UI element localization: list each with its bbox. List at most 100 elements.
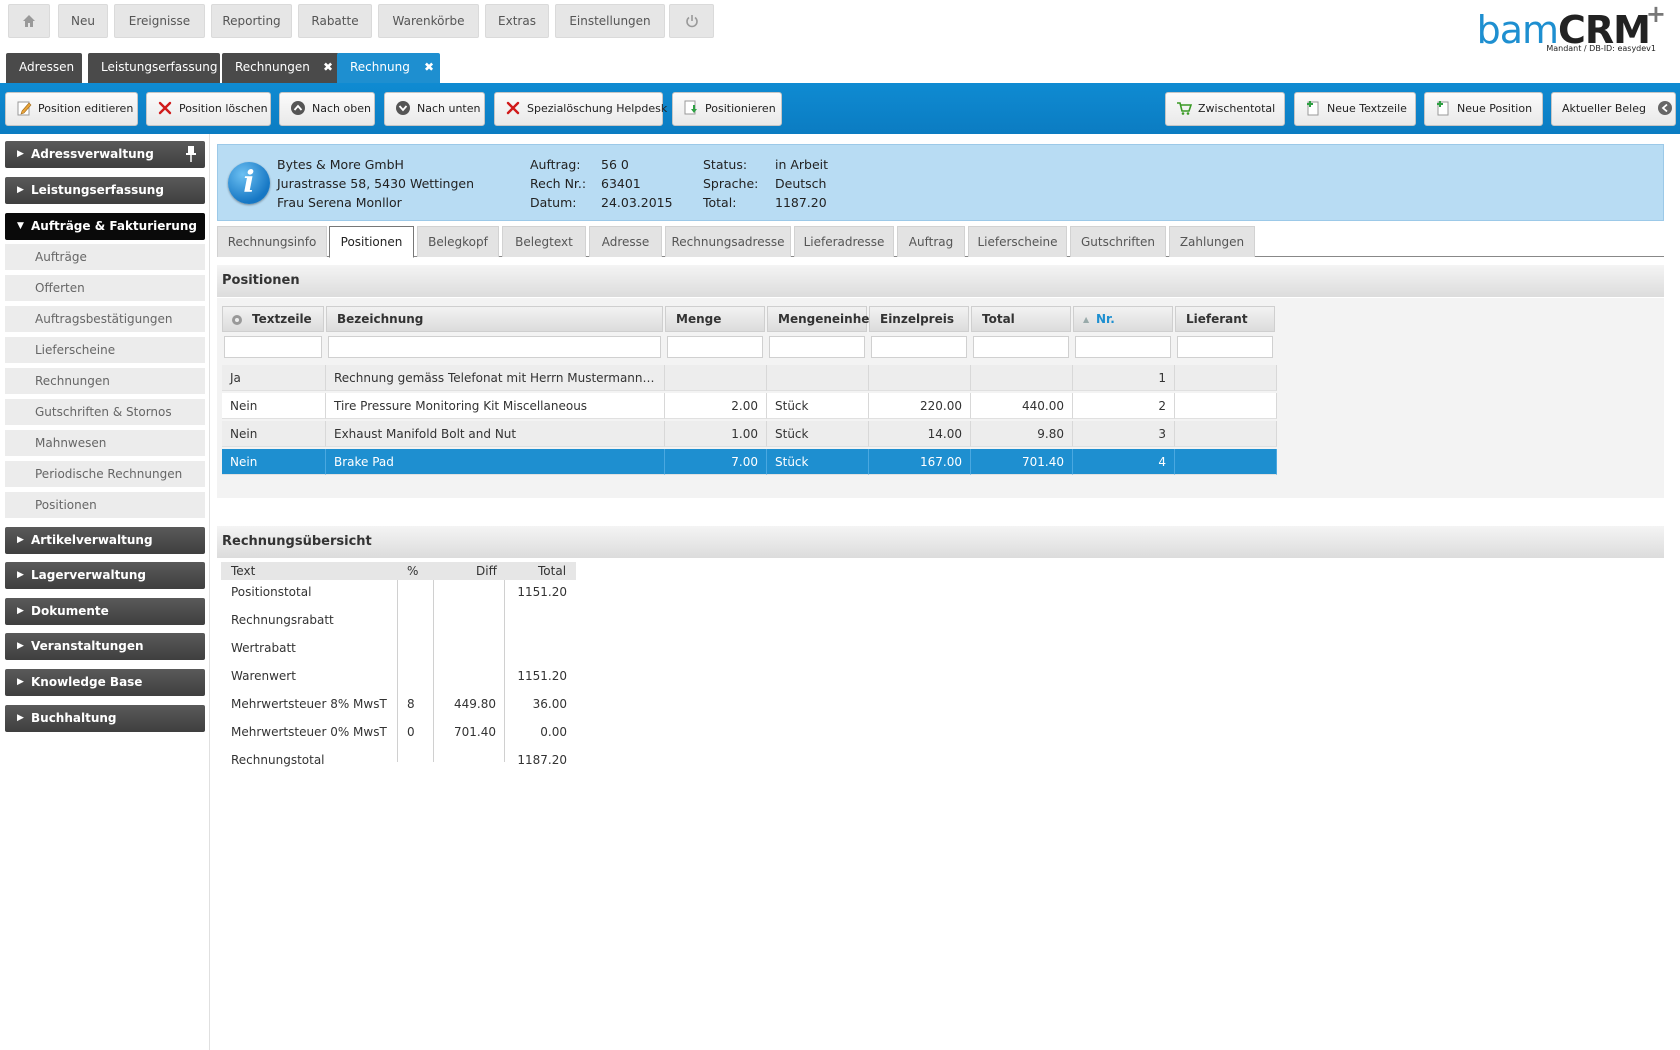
neue-textzeile-button[interactable]: Neue Textzeile (1294, 92, 1416, 126)
tab-rechnungen[interactable]: Rechnungen ✖ (222, 53, 339, 83)
cell-nr: 1 (1073, 365, 1175, 391)
gear-icon[interactable] (230, 313, 244, 327)
delete-icon (158, 101, 172, 115)
summary-total: 36.00 (532, 697, 567, 711)
nach-unten-button[interactable]: Nach unten (384, 92, 485, 126)
tab-adresse[interactable]: Adresse (589, 226, 662, 257)
nach-oben-button[interactable]: Nach oben (279, 92, 375, 126)
aktueller-beleg-button[interactable]: Aktueller Beleg (1551, 92, 1676, 126)
tab-zahlungen[interactable]: Zahlungen (1169, 226, 1255, 257)
home-button[interactable] (8, 4, 50, 38)
tab-leistungserfassung[interactable]: Leistungserfassung (88, 53, 220, 83)
nav-neu[interactable]: Neu (58, 4, 108, 38)
sidebar-item-mahnwesen[interactable]: Mahnwesen (5, 430, 205, 457)
column-header-bezeichnung[interactable]: Bezeichnung (326, 306, 663, 332)
nav-reporting[interactable]: Reporting (211, 4, 292, 38)
tab-label: Rechnungen (235, 60, 310, 74)
caret-right-icon: ▶ (17, 713, 24, 723)
cell-einzelpreis: 14.00 (869, 421, 971, 447)
cell-einzelpreis: 220.00 (869, 393, 971, 419)
total-value: 1187.20 (775, 195, 827, 210)
filter-mengeneinheit[interactable] (769, 336, 865, 358)
tab-gutschriften[interactable]: Gutschriften (1070, 226, 1166, 257)
summary-header-bg (221, 562, 576, 580)
button-label: Position löschen (179, 102, 268, 115)
sidebar-section-lagerverwaltung[interactable]: ▶ Lagerverwaltung (5, 562, 205, 589)
section-label: Buchhaltung (31, 711, 117, 725)
sidebar-item-offerten[interactable]: Offerten (5, 275, 205, 302)
sidebar-section-leistungserfassung[interactable]: ▶ Leistungserfassung (5, 177, 205, 204)
tab-rechnungsinfo[interactable]: Rechnungsinfo (217, 226, 327, 257)
nav-warenkoerbe[interactable]: Warenkörbe (378, 4, 479, 38)
sidebar-item-gutschriften-stornos[interactable]: Gutschriften & Stornos (5, 399, 205, 426)
section-label: Dokumente (31, 604, 109, 618)
positionieren-button[interactable]: Positionieren (672, 92, 782, 126)
column-header-lieferant[interactable]: Lieferant (1175, 306, 1275, 332)
tab-belegkopf[interactable]: Belegkopf (417, 226, 499, 257)
column-header-textzeile[interactable]: Textzeile (222, 306, 324, 332)
cell-einzelpreis: 167.00 (869, 449, 971, 475)
tab-lieferscheine[interactable]: Lieferscheine (968, 226, 1067, 257)
logo-plus: + (1645, 0, 1666, 28)
section-label: Veranstaltungen (31, 639, 144, 653)
logout-button[interactable] (669, 4, 714, 38)
column-header-nr[interactable]: ▲ Nr. (1073, 306, 1173, 332)
filter-einzelpreis[interactable] (871, 336, 967, 358)
sidebar-item-auftraege[interactable]: Aufträge (5, 244, 205, 271)
zwischentotal-button[interactable]: Zwischentotal (1165, 92, 1285, 126)
tab-belegtext[interactable]: Belegtext (502, 226, 586, 257)
filter-nr[interactable] (1075, 336, 1171, 358)
sidebar-item-periodische-rechnungen[interactable]: Periodische Rechnungen (5, 461, 205, 488)
summary-header-diff: Diff (476, 562, 497, 580)
sidebar-section-knowledge-base[interactable]: ▶ Knowledge Base (5, 669, 205, 696)
filter-lieferant[interactable] (1177, 336, 1273, 358)
nav-ereignisse[interactable]: Ereignisse (114, 4, 205, 38)
filter-bezeichnung[interactable] (328, 336, 661, 358)
positioning-icon (684, 100, 697, 115)
close-icon[interactable]: ✖ (424, 53, 434, 82)
tab-auftrag[interactable]: Auftrag (897, 226, 965, 257)
sidebar-section-buchhaltung[interactable]: ▶ Buchhaltung (5, 705, 205, 732)
position-loeschen-button[interactable]: Position löschen (146, 92, 271, 126)
sidebar-section-adressverwaltung[interactable]: ▶ Adressverwaltung (5, 141, 205, 168)
column-header-menge[interactable]: Menge (665, 306, 765, 332)
filter-menge[interactable] (667, 336, 763, 358)
cell-textzeile: Nein (222, 449, 326, 475)
sidebar-item-auftragsbestaetigungen[interactable]: Auftragsbestätigungen (5, 306, 205, 333)
sidebar-section-artikelverwaltung[interactable]: ▶ Artikelverwaltung (5, 527, 205, 554)
caret-down-icon: ▼ (17, 221, 24, 231)
sprache-label: Sprache: (703, 176, 759, 191)
position-editieren-button[interactable]: Position editieren (5, 92, 138, 126)
positionen-grid: Textzeile Bezeichnung Menge Mengeneinhei… (217, 298, 1664, 498)
tab-adressen[interactable]: Adressen (6, 53, 82, 83)
nav-einstellungen[interactable]: Einstellungen (555, 4, 665, 38)
column-header-mengeneinheit[interactable]: Mengeneinheit (767, 306, 879, 332)
power-icon (685, 15, 698, 28)
tab-positionen[interactable]: Positionen (329, 226, 414, 258)
tab-rechnungsadresse[interactable]: Rechnungsadresse (665, 226, 791, 257)
close-icon[interactable]: ✖ (323, 53, 333, 82)
nav-extras[interactable]: Extras (485, 4, 549, 38)
neue-position-button[interactable]: Neue Position (1424, 92, 1543, 126)
sidebar-section-dokumente[interactable]: ▶ Dokumente (5, 598, 205, 625)
column-header-einzelpreis[interactable]: Einzelpreis (869, 306, 969, 332)
pin-icon[interactable] (185, 145, 197, 163)
summary-total: 0.00 (540, 725, 567, 739)
filter-total[interactable] (973, 336, 1069, 358)
company-address: Jurastrasse 58, 5430 Wettingen (277, 176, 475, 191)
sidebar-item-positionen[interactable]: Positionen (5, 492, 205, 519)
nav-rabatte[interactable]: Rabatte (298, 4, 372, 38)
spezialoeschung-helpdesk-button[interactable]: Spezialöschung Helpdesk (494, 92, 667, 126)
sidebar-item-lieferscheine[interactable]: Lieferscheine (5, 337, 205, 364)
column-header-total[interactable]: Total (971, 306, 1071, 332)
tab-label: Adressen (19, 60, 75, 74)
sidebar-section-veranstaltungen[interactable]: ▶ Veranstaltungen (5, 633, 205, 660)
sidebar-section-auftraege-fakturierung[interactable]: ▼ Aufträge & Fakturierung (5, 213, 205, 240)
arrow-down-icon (396, 101, 410, 115)
top-navigation: Neu Ereignisse Reporting Rabatte Warenkö… (0, 0, 1680, 53)
tab-rechnung[interactable]: Rechnung ✖ (337, 53, 440, 83)
filter-textzeile[interactable] (224, 336, 322, 358)
sidebar-item-rechnungen[interactable]: Rechnungen (5, 368, 205, 395)
tab-lieferadresse[interactable]: Lieferadresse (794, 226, 894, 257)
rechnr-value: 63401 (601, 176, 641, 191)
